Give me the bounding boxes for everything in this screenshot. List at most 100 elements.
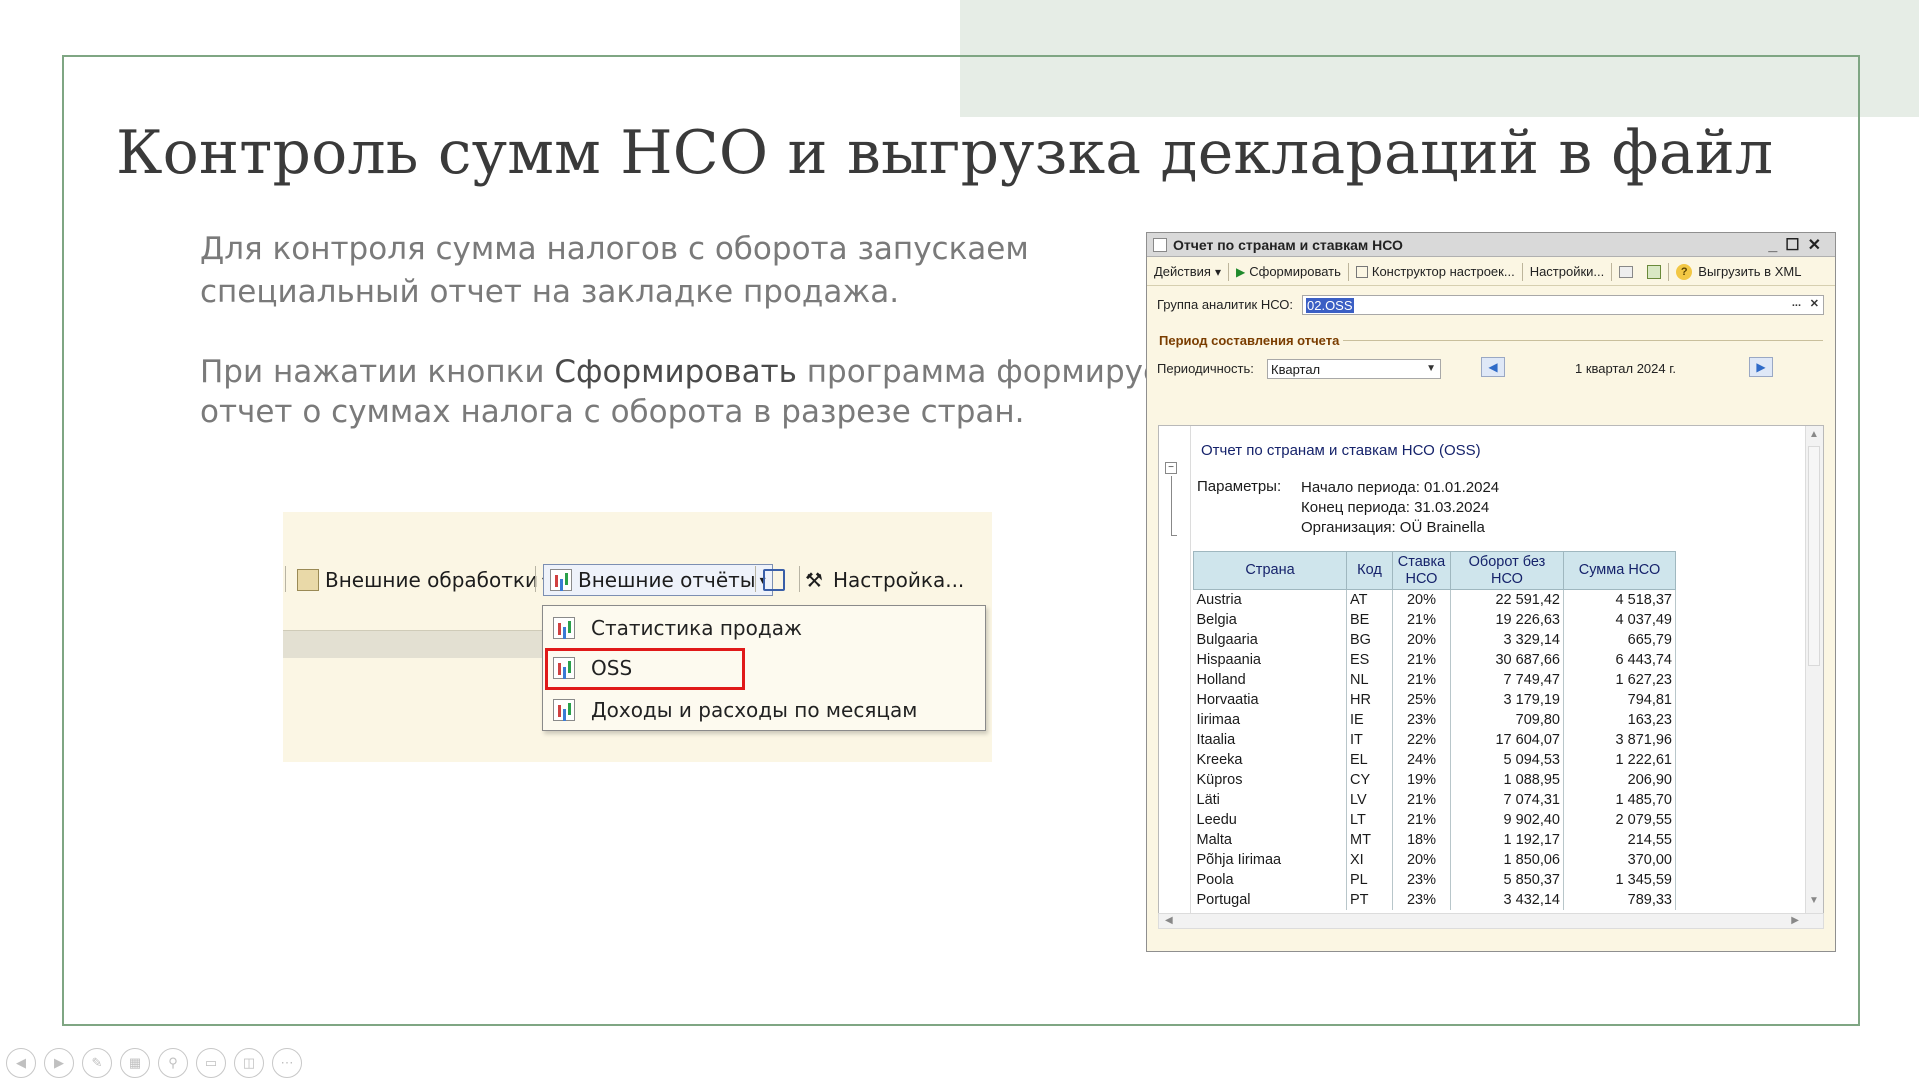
cell-code: IE <box>1346 709 1393 730</box>
cell-turnover: 9 902,40 <box>1450 809 1564 830</box>
cell-tax: 214,55 <box>1563 829 1676 850</box>
menu-item-income-expenses[interactable]: Доходы и расходы по месяцам <box>553 692 917 728</box>
cell-code: LV <box>1346 789 1393 810</box>
cell-code: AT <box>1346 589 1393 610</box>
scroll-down-icon[interactable]: ▼ <box>1809 895 1819 906</box>
col-rate: Ставка НСО <box>1392 551 1451 590</box>
camera-off-icon[interactable]: ◫ <box>234 1048 264 1078</box>
zoom-icon[interactable]: ⚲ <box>158 1048 188 1078</box>
menu-item-sales-stats[interactable]: Статистика продаж <box>553 610 802 646</box>
more-icon[interactable]: ⋯ <box>272 1048 302 1078</box>
cell-code: PL <box>1346 869 1393 890</box>
table-row: Kreeka EL 24% 5 094,53 1 222,61 <box>1193 749 1676 770</box>
cell-rate: 20% <box>1392 849 1451 870</box>
help-icon: ? <box>1676 263 1693 280</box>
pen-icon[interactable]: ✎ <box>82 1048 112 1078</box>
report-area[interactable]: − Отчет по странам и ставкам НСО (OSS) П… <box>1158 425 1824 927</box>
arrow-right-icon: ▶ <box>1756 360 1766 374</box>
report-table: Страна Код Ставка НСО Оборот без НСО Сум… <box>1193 551 1676 910</box>
period-select[interactable]: Квартал ▼ <box>1267 359 1441 379</box>
cell-country: Austria <box>1193 589 1347 610</box>
group-field[interactable]: 02.OSS ... ✕ <box>1302 295 1824 315</box>
cell-tax: 665,79 <box>1563 629 1676 650</box>
cell-tax: 2 079,55 <box>1563 809 1676 830</box>
arrow-left-icon: ◀ <box>1488 360 1498 374</box>
cell-rate: 23% <box>1392 709 1451 730</box>
scroll-thumb[interactable] <box>1808 446 1820 666</box>
minimize-icon[interactable]: _ <box>1768 237 1785 254</box>
period-label: Периодичность: <box>1157 361 1254 376</box>
actions-menu[interactable]: Действия ▾ <box>1147 264 1228 279</box>
print-icon <box>1619 265 1634 278</box>
close-icon[interactable]: ✕ <box>1808 237 1829 254</box>
col-country: Страна <box>1193 551 1347 590</box>
cell-rate: 19% <box>1392 769 1451 790</box>
highlight-box <box>545 648 745 690</box>
cell-tax: 1 345,59 <box>1563 869 1676 890</box>
select-button[interactable]: ... <box>1792 297 1801 313</box>
toolbar-row: Внешние обработки ▾ Внешние отчёты ▾ ⚒ Н… <box>283 560 992 598</box>
scroll-up-icon[interactable]: ▲ <box>1809 429 1819 440</box>
cell-code: EL <box>1346 749 1393 770</box>
generate-label: Сформировать <box>1249 264 1341 279</box>
col-code: Код <box>1346 551 1393 590</box>
generate-button[interactable]: ▶ Сформировать <box>1229 264 1348 279</box>
settings-button[interactable]: ⚒ Настройка... <box>805 564 964 596</box>
cell-code: BE <box>1346 609 1393 630</box>
cell-country: Hispaania <box>1193 649 1347 670</box>
menu-item-label: Статистика продаж <box>591 616 802 640</box>
report-icon <box>553 699 575 721</box>
cell-code: IT <box>1346 729 1393 750</box>
collapse-icon[interactable]: − <box>1165 462 1177 474</box>
table-row: Põhja Iirimaa XI 20% 1 850,06 370,00 <box>1193 849 1676 870</box>
presentation-nav: ◀ ▶ ✎ ▦ ⚲ ▭ ◫ ⋯ <box>6 1048 302 1078</box>
prev-period-button[interactable]: ◀ <box>1481 357 1505 377</box>
maximize-icon[interactable]: ☐ <box>1785 237 1807 254</box>
save-button[interactable] <box>1640 264 1668 279</box>
clear-icon[interactable]: ✕ <box>1810 297 1819 313</box>
cell-rate: 24% <box>1392 749 1451 770</box>
table-row: Küpros CY 19% 1 088,95 206,90 <box>1193 769 1676 790</box>
cell-turnover: 3 179,19 <box>1450 689 1564 710</box>
settings-button[interactable]: Настройки... <box>1523 264 1612 279</box>
toolbar-separator <box>285 566 286 592</box>
toolbar-separator <box>755 566 756 592</box>
section-line <box>1343 340 1823 341</box>
ext-reports-label: Внешние отчёты <box>578 568 756 592</box>
paragraph-2-line-1: При нажатии кнопки Сформировать программ… <box>200 352 1180 392</box>
chevron-down-icon: ▾ <box>1214 264 1221 279</box>
next-icon[interactable]: ▶ <box>44 1048 74 1078</box>
period-value: Квартал <box>1271 361 1321 377</box>
ext-reports-button[interactable]: Внешние отчёты ▾ <box>543 564 773 596</box>
vertical-scrollbar[interactable]: ▲ ▼ <box>1805 426 1823 926</box>
window-title: Отчет по странам и ставкам НСО <box>1173 236 1403 253</box>
menu-item-label: Доходы и расходы по месяцам <box>591 698 918 722</box>
cell-turnover: 5 094,53 <box>1450 749 1564 770</box>
scroll-right-icon[interactable]: ▶ <box>1791 915 1799 926</box>
cell-turnover: 1 088,95 <box>1450 769 1564 790</box>
export-xml-button[interactable]: ? Выгрузить в XML <box>1669 263 1808 280</box>
toolbar-separator <box>799 566 800 592</box>
cell-country: Itaalia <box>1193 729 1347 750</box>
print-button[interactable] <box>1612 265 1640 278</box>
prev-icon[interactable]: ◀ <box>6 1048 36 1078</box>
cell-tax: 789,33 <box>1563 889 1676 910</box>
horizontal-scrollbar[interactable]: ◀ ▶ <box>1158 913 1824 929</box>
cell-turnover: 1 850,06 <box>1450 849 1564 870</box>
cell-code: BG <box>1346 629 1393 650</box>
constructor-button[interactable]: Конструктор настроек... <box>1349 264 1522 279</box>
cell-country: Põhja Iirimaa <box>1193 849 1347 870</box>
table-row: Austria AT 20% 22 591,42 4 518,37 <box>1193 589 1676 610</box>
cell-code: ES <box>1346 649 1393 670</box>
ext-processing-button[interactable]: Внешние обработки ▾ <box>297 564 548 596</box>
cell-country: Horvaatia <box>1193 689 1347 710</box>
back-button[interactable] <box>763 564 791 596</box>
cell-turnover: 3 432,14 <box>1450 889 1564 910</box>
slides-icon[interactable]: ▦ <box>120 1048 150 1078</box>
scroll-left-icon[interactable]: ◀ <box>1165 915 1173 926</box>
generate-word: Сформировать <box>554 354 797 390</box>
cell-turnover: 1 192,17 <box>1450 829 1564 850</box>
toolbar-screenshot: Внешние обработки ▾ Внешние отчёты ▾ ⚒ Н… <box>283 512 992 762</box>
subtitles-icon[interactable]: ▭ <box>196 1048 226 1078</box>
next-period-button[interactable]: ▶ <box>1749 357 1773 377</box>
